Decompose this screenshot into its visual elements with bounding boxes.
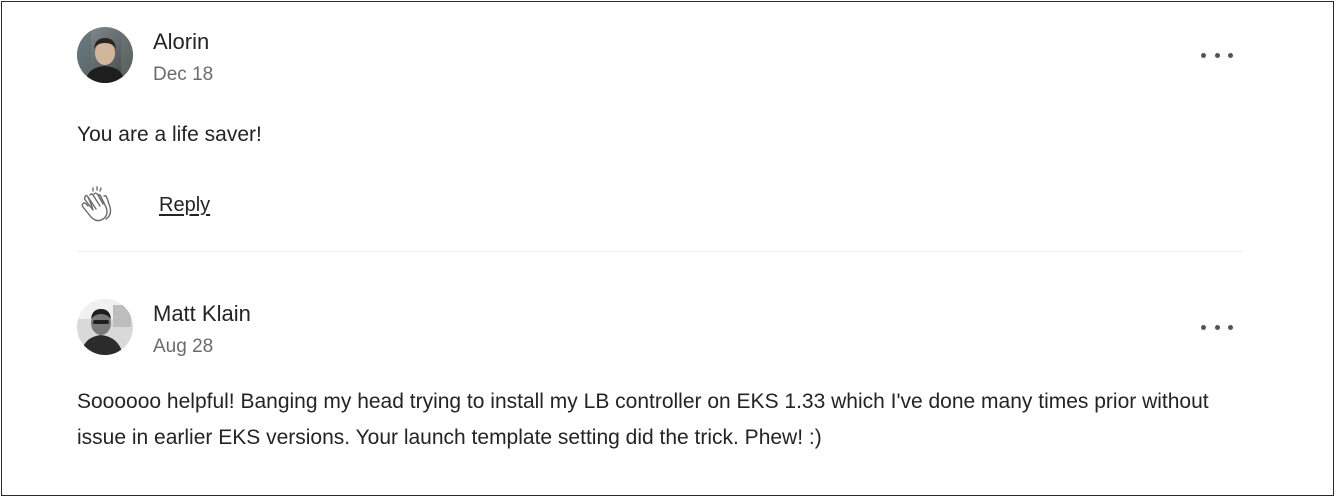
- more-icon[interactable]: [1201, 45, 1233, 65]
- comment-header: Alorin Dec 18: [77, 27, 1243, 87]
- avatar[interactable]: [77, 299, 133, 355]
- comment-item: Matt Klain Aug 28 Soooooo helpful! Bangi…: [77, 299, 1243, 456]
- comment-date[interactable]: Dec 18: [153, 63, 213, 87]
- comment-text: You are a life saver!: [77, 123, 262, 146]
- more-icon[interactable]: [1201, 317, 1233, 337]
- comment-item: Alorin Dec 18 You are a life saver! Repl…: [77, 27, 1243, 227]
- reply-button[interactable]: Reply: [159, 193, 210, 217]
- comment-actions: Reply: [77, 185, 1243, 227]
- comment-date[interactable]: Aug 28: [153, 335, 213, 359]
- author-name[interactable]: Matt Klain: [153, 301, 251, 327]
- author-name[interactable]: Alorin: [153, 29, 209, 55]
- comment-header: Matt Klain Aug 28: [77, 299, 1243, 359]
- clap-icon[interactable]: [77, 185, 117, 225]
- divider: [77, 251, 1243, 252]
- comment-text: Soooooo helpful! Banging my head trying …: [77, 390, 1209, 449]
- avatar[interactable]: [77, 27, 133, 83]
